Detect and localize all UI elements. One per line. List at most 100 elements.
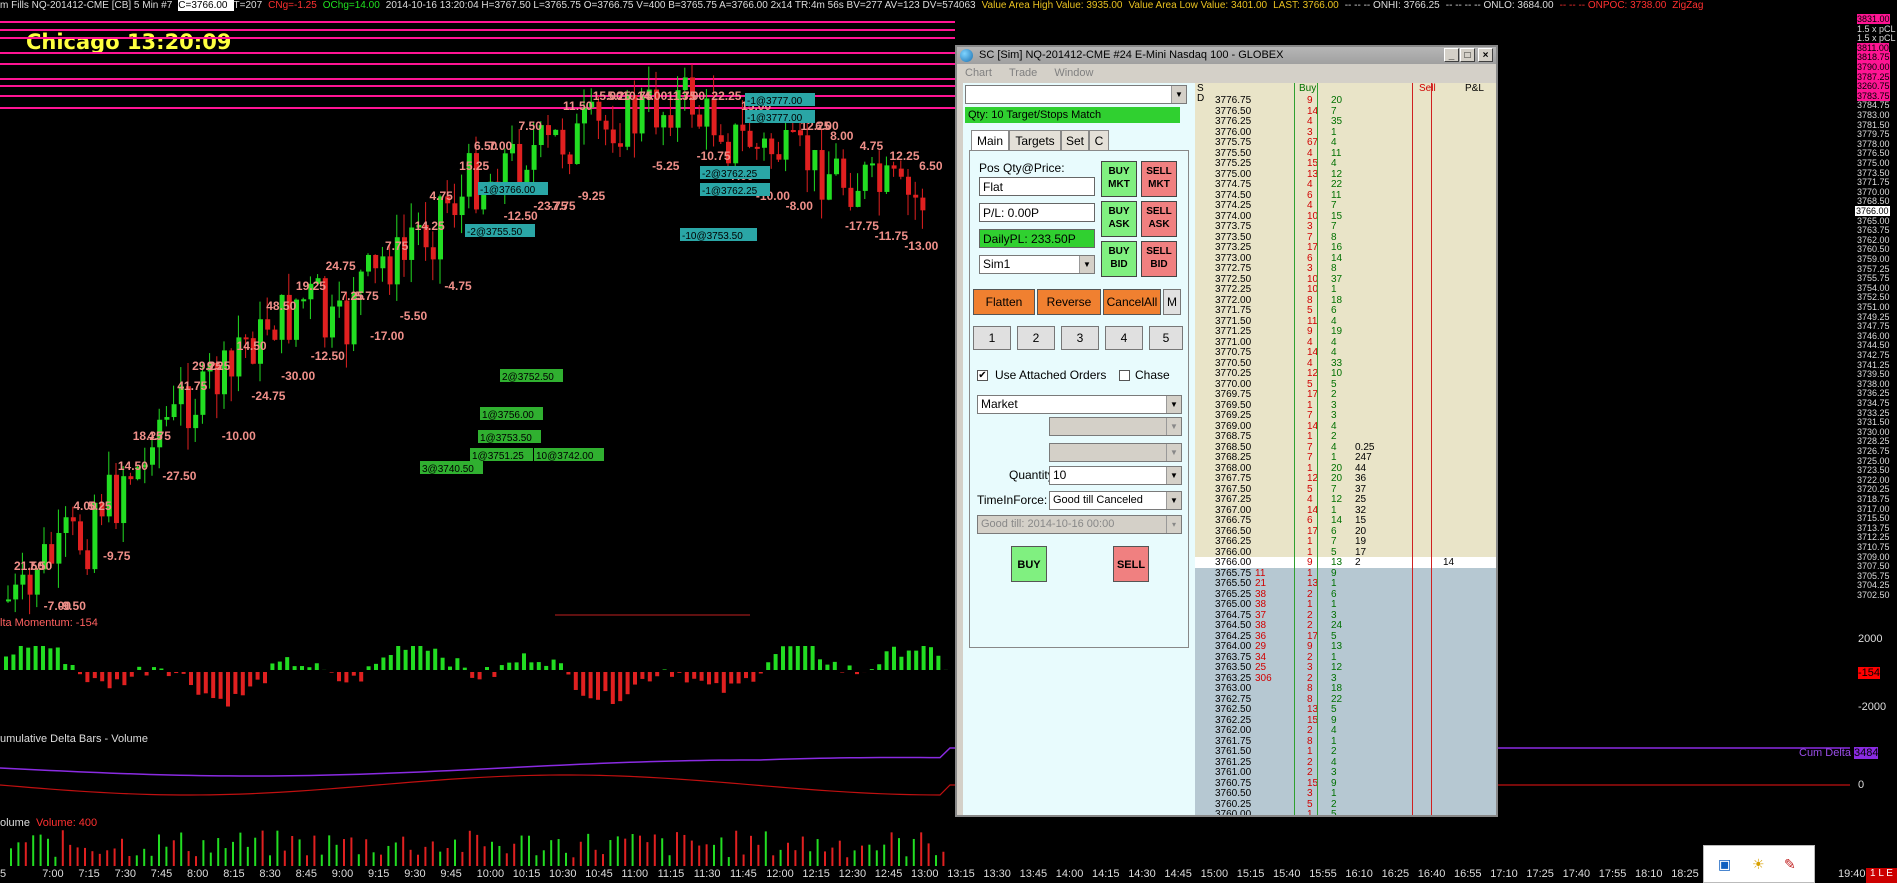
ladder-row[interactable]: 3765.25 38 2 6 <box>1195 588 1496 600</box>
qty-button-2[interactable]: 2 <box>1017 326 1055 350</box>
reverse-button[interactable]: Reverse <box>1037 289 1101 315</box>
ladder-row[interactable]: 3776.50 14 7 <box>1195 106 1496 117</box>
price-chart[interactable]: 21.507.50-7.00-9.504.005.25-9.7514.5018.… <box>0 0 1897 883</box>
dom-titlebar[interactable]: SC [Sim] NQ-201412-CME #24 E-Mini Nasdaq… <box>957 47 1496 64</box>
tab-c[interactable]: C <box>1089 130 1109 150</box>
ladder-row[interactable]: 3770.75 14 4 <box>1195 347 1496 358</box>
ladder-row[interactable]: 3776.75 9 20 <box>1195 95 1496 106</box>
ladder-row[interactable]: 3763.25 306 2 3 <box>1195 672 1496 684</box>
ladder-row[interactable]: 3769.00 14 4 <box>1195 421 1496 432</box>
ladder-row[interactable]: 3764.75 37 2 3 <box>1195 609 1496 621</box>
time-axis[interactable]: 5 7:00 7:15 7:30 7:45 8:00 8:15 8:30 8:45 9:00 9:1… <box>0 868 1897 883</box>
network-icon[interactable]: ▣ <box>1718 856 1731 873</box>
ladder-row[interactable]: 3771.75 5 6 <box>1195 305 1496 316</box>
ladder-row[interactable]: 3768.00 1 20 44 <box>1195 463 1496 474</box>
ladder-row[interactable]: 3760.50 3 1 <box>1195 788 1496 799</box>
tab-targets[interactable]: Targets <box>1009 130 1061 150</box>
taskbar-tray[interactable]: ▣ ☀ ✎ <box>1703 845 1815 883</box>
ladder-row[interactable]: 3772.75 3 8 <box>1195 263 1496 274</box>
ladder-row[interactable]: 3771.25 9 19 <box>1195 326 1496 337</box>
buy-market-button[interactable]: BUY MKT <box>1101 161 1137 197</box>
ladder-row[interactable]: 3764.25 36 17 5 <box>1195 630 1496 642</box>
ladder-row[interactable]: 3775.50 4 11 <box>1195 148 1496 159</box>
menu-window[interactable]: Window <box>1054 67 1093 79</box>
use-attached-orders-checkbox[interactable]: ✔ <box>977 370 988 381</box>
ladder-row[interactable]: 3770.50 4 33 <box>1195 358 1496 369</box>
ladder-row[interactable]: 3760.00 1 5 <box>1195 809 1496 815</box>
ladder-row[interactable]: 3771.00 4 4 <box>1195 337 1496 348</box>
ladder-row[interactable]: 3775.00 13 12 <box>1195 169 1496 180</box>
price-ladder[interactable]: S D Buy Sell P&L 3776.75 9 20 3776.50 14 7 377… <box>1195 83 1496 815</box>
qty-button-3[interactable]: 3 <box>1061 326 1099 350</box>
ladder-row[interactable]: 3763.75 34 2 1 <box>1195 651 1496 663</box>
ladder-row[interactable]: 3772.50 10 37 <box>1195 274 1496 285</box>
price2-combo[interactable]: ▼ <box>1049 443 1182 462</box>
ladder-row[interactable]: 3772.00 8 18 <box>1195 295 1496 306</box>
tool-icon[interactable]: ✎ <box>1784 856 1796 873</box>
ladder-row[interactable]: 3765.00 38 1 1 <box>1195 599 1496 610</box>
ladder-row[interactable]: 3771.50 11 4 <box>1195 316 1496 327</box>
ladder-row[interactable]: 3765.50 21 13 1 <box>1195 578 1496 589</box>
ladder-row[interactable]: 3766.50 17 6 20 <box>1195 526 1496 537</box>
sun-icon[interactable]: ☀ <box>1752 856 1765 873</box>
ladder-row[interactable]: 3762.75 8 22 <box>1195 693 1496 705</box>
ladder-row[interactable]: 3766.00 1 5 17 <box>1195 547 1496 558</box>
tab-main[interactable]: Main <box>971 130 1009 150</box>
sell-bid-button[interactable]: SELL BID <box>1141 241 1177 277</box>
ladder-row[interactable]: 3762.50 13 5 <box>1195 704 1496 715</box>
sell-button[interactable]: SELL <box>1113 546 1149 582</box>
account-combo[interactable]: Sim1 ▼ <box>979 255 1095 274</box>
ladder-row[interactable]: 3774.75 4 22 <box>1195 179 1496 190</box>
ladder-row[interactable]: 3765.75 11 1 9 <box>1195 567 1496 579</box>
ladder-row[interactable]: 3761.75 8 1 <box>1195 735 1496 747</box>
ladder-row[interactable]: 3769.25 7 3 <box>1195 410 1496 421</box>
ladder-row[interactable]: 3774.00 10 15 <box>1195 211 1496 222</box>
menu-chart[interactable]: Chart <box>965 67 992 79</box>
cancel-all-button[interactable]: CancelAll <box>1103 289 1161 315</box>
buy-ask-button[interactable]: BUY ASK <box>1101 201 1137 237</box>
ladder-row[interactable]: 3773.00 6 14 <box>1195 253 1496 264</box>
tif-combo[interactable]: Good till Canceled ▼ <box>1049 491 1182 510</box>
sell-ask-button[interactable]: SELL ASK <box>1141 201 1177 237</box>
ladder-row[interactable]: 3768.50 7 4 0.25 <box>1195 442 1496 453</box>
buy-bid-button[interactable]: BUY BID <box>1101 241 1137 277</box>
ladder-row[interactable]: 3766.75 6 14 15 <box>1195 515 1496 526</box>
qty-button-1[interactable]: 1 <box>973 326 1011 350</box>
price1-combo[interactable]: ▼ <box>1049 417 1182 436</box>
ladder-row[interactable]: 3775.75 67 4 <box>1195 137 1496 148</box>
close-button[interactable]: × <box>1478 48 1493 62</box>
ladder-row[interactable]: 3762.00 2 4 <box>1195 725 1496 736</box>
m-button[interactable]: M <box>1163 289 1181 315</box>
maximize-button[interactable]: □ <box>1460 48 1475 62</box>
ladder-row[interactable]: 3767.75 12 20 36 <box>1195 473 1496 484</box>
ladder-row[interactable]: 3760.75 15 9 <box>1195 777 1496 789</box>
sell-market-button[interactable]: SELL MKT <box>1141 161 1177 197</box>
ladder-row[interactable]: 3774.50 6 11 <box>1195 190 1496 201</box>
ladder-row[interactable]: 3774.25 4 7 <box>1195 200 1496 211</box>
tab-set[interactable]: Set <box>1061 130 1089 150</box>
ladder-row[interactable]: 3767.50 5 7 37 <box>1195 484 1496 495</box>
qty-button-5[interactable]: 5 <box>1149 326 1183 350</box>
ladder-row[interactable]: 3761.00 2 3 <box>1195 767 1496 778</box>
ladder-row[interactable]: 3776.25 4 35 <box>1195 116 1496 127</box>
ladder-row[interactable]: 3776.00 3 1 <box>1195 127 1496 138</box>
ladder-row[interactable]: 3767.00 14 1 32 <box>1195 505 1496 516</box>
ladder-row[interactable]: 3773.75 3 7 <box>1195 221 1496 232</box>
order-type-combo[interactable]: Market ▼ <box>977 395 1182 414</box>
ladder-row[interactable]: 3764.50 38 2 24 <box>1195 620 1496 631</box>
ladder-row[interactable]: 3762.25 15 9 <box>1195 714 1496 726</box>
good-till-field[interactable]: Good till: 2014-10-16 00:00 ▾ <box>977 515 1182 534</box>
ladder-row[interactable]: 3769.75 17 2 <box>1195 389 1496 400</box>
ladder-row[interactable]: 3769.50 1 3 <box>1195 400 1496 411</box>
ladder-row[interactable]: 3772.25 10 1 <box>1195 284 1496 295</box>
ladder-row[interactable]: 3766.25 1 7 19 <box>1195 536 1496 547</box>
trade-dom-window[interactable]: SC [Sim] NQ-201412-CME #24 E-Mini Nasdaq… <box>955 45 1498 817</box>
ladder-row[interactable]: 3768.75 1 2 <box>1195 431 1496 442</box>
ladder-row[interactable]: 3764.00 29 9 13 <box>1195 641 1496 652</box>
buy-button[interactable]: BUY <box>1011 546 1047 582</box>
ladder-row[interactable]: 3763.00 8 18 <box>1195 683 1496 694</box>
ladder-row[interactable]: 3760.25 5 2 <box>1195 798 1496 810</box>
ladder-row[interactable]: 3768.25 7 1 247 <box>1195 452 1496 463</box>
ladder-row[interactable]: 3775.25 15 4 <box>1195 158 1496 169</box>
ladder-row[interactable]: 3770.00 5 5 <box>1195 379 1496 390</box>
